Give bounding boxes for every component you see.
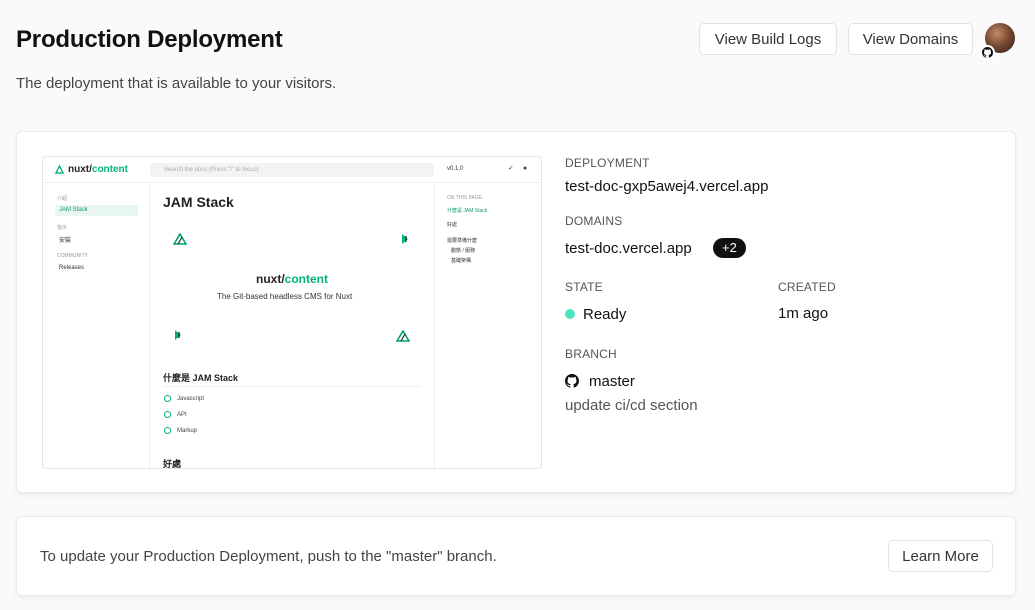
- deployment-card: nuxt/content Search the docs (Press "/" …: [16, 131, 1016, 493]
- nuxt-leaf-icon: [402, 234, 408, 244]
- production-deployment-page: Production Deployment The deployment tha…: [0, 0, 1035, 610]
- nuxt-leaf-icon: [175, 330, 181, 340]
- preview-section-title: 什麼是 JAM Stack: [163, 373, 239, 383]
- preview-sidebar-section: 介紹: [57, 196, 68, 202]
- preview-search: Search the docs (Press "/" to focus): [150, 163, 434, 177]
- update-info-card: To update your Production Deployment, pu…: [16, 516, 1016, 596]
- view-domains-button[interactable]: View Domains: [848, 23, 973, 55]
- preview-list-item: Javascript: [164, 395, 204, 402]
- check-circle-icon: [164, 411, 171, 418]
- preview-sidebar-section: COMMUNITY: [57, 253, 88, 259]
- state-value: Ready: [583, 306, 627, 323]
- preview-toc-heading: ON THIS PAGE: [447, 195, 483, 201]
- preview-sidebar-item: Releases: [59, 265, 85, 271]
- preview-toc-item: 什麼是 JAM Stack: [447, 208, 488, 214]
- domain-link[interactable]: test-doc.vercel.app: [565, 240, 692, 257]
- commit-message-link[interactable]: update ci/cd section: [565, 397, 698, 414]
- deployment-url-link[interactable]: test-doc-gxp5awej4.vercel.app: [565, 178, 768, 195]
- preview-sidebar-active-item: JAM Stack: [55, 205, 138, 216]
- preview-tagline: The Git-based headless CMS for Nuxt: [217, 292, 353, 301]
- state-label: STATE: [565, 280, 603, 294]
- nuxt-logo-icon: [55, 165, 64, 174]
- preview-sidebar-section: 指示: [57, 225, 68, 231]
- preview-sidebar-item: 安裝: [59, 238, 72, 244]
- check-circle-icon: [164, 427, 171, 434]
- preview-topbar: nuxt/content Search the docs (Press "/" …: [43, 157, 541, 183]
- page-title: Production Deployment: [16, 26, 283, 53]
- preview-toc: ON THIS PAGE 什麼是 JAM Stack 好處 需要準備什麼 動態 …: [434, 183, 541, 468]
- github-icon: [565, 374, 579, 388]
- domains-label: DOMAINS: [565, 214, 623, 228]
- github-badge-icon: [980, 45, 995, 60]
- preview-page-title: JAM Stack: [163, 194, 234, 210]
- page-subtitle: The deployment that is available to your…: [16, 75, 337, 92]
- check-circle-icon: [164, 395, 171, 402]
- deployment-preview-screenshot[interactable]: nuxt/content Search the docs (Press "/" …: [42, 156, 542, 469]
- preview-toc-item: 好處: [447, 222, 458, 228]
- status-dot-icon: [565, 309, 575, 319]
- view-build-logs-button[interactable]: View Build Logs: [699, 23, 837, 55]
- preview-divider: [163, 386, 421, 387]
- preview-sidebar: 介紹 JAM Stack 指示 安裝 COMMUNITY Releases: [43, 183, 150, 468]
- created-value: 1m ago: [778, 305, 829, 322]
- preview-toc-item: 動態 / 服務: [451, 248, 476, 254]
- created-label: CREATED: [778, 280, 836, 294]
- preview-version: v0.1.0: [447, 166, 464, 172]
- branch-label: BRANCH: [565, 347, 617, 361]
- nuxt-triangle-icon: [396, 330, 410, 342]
- learn-more-button[interactable]: Learn More: [888, 540, 993, 572]
- branch-link[interactable]: master: [589, 373, 635, 390]
- preview-logo: nuxt/content: [55, 164, 128, 175]
- preview-toc-item: 基礎架構: [451, 258, 472, 264]
- preview-list-item: API: [164, 411, 187, 418]
- deployment-label: DEPLOYMENT: [565, 156, 650, 170]
- preview-toc-item: 需要準備什麼: [447, 238, 478, 244]
- extra-domains-badge[interactable]: +2: [713, 238, 746, 258]
- twitter-icon: ✓: [508, 165, 514, 172]
- preview-section2-title: 好處: [163, 459, 182, 469]
- preview-list-item: Markup: [164, 427, 197, 434]
- nuxt-triangle-icon: [173, 233, 187, 245]
- github-icon: ●: [523, 165, 528, 172]
- preview-brand: nuxt/content: [256, 272, 329, 286]
- update-info-message: To update your Production Deployment, pu…: [40, 548, 497, 565]
